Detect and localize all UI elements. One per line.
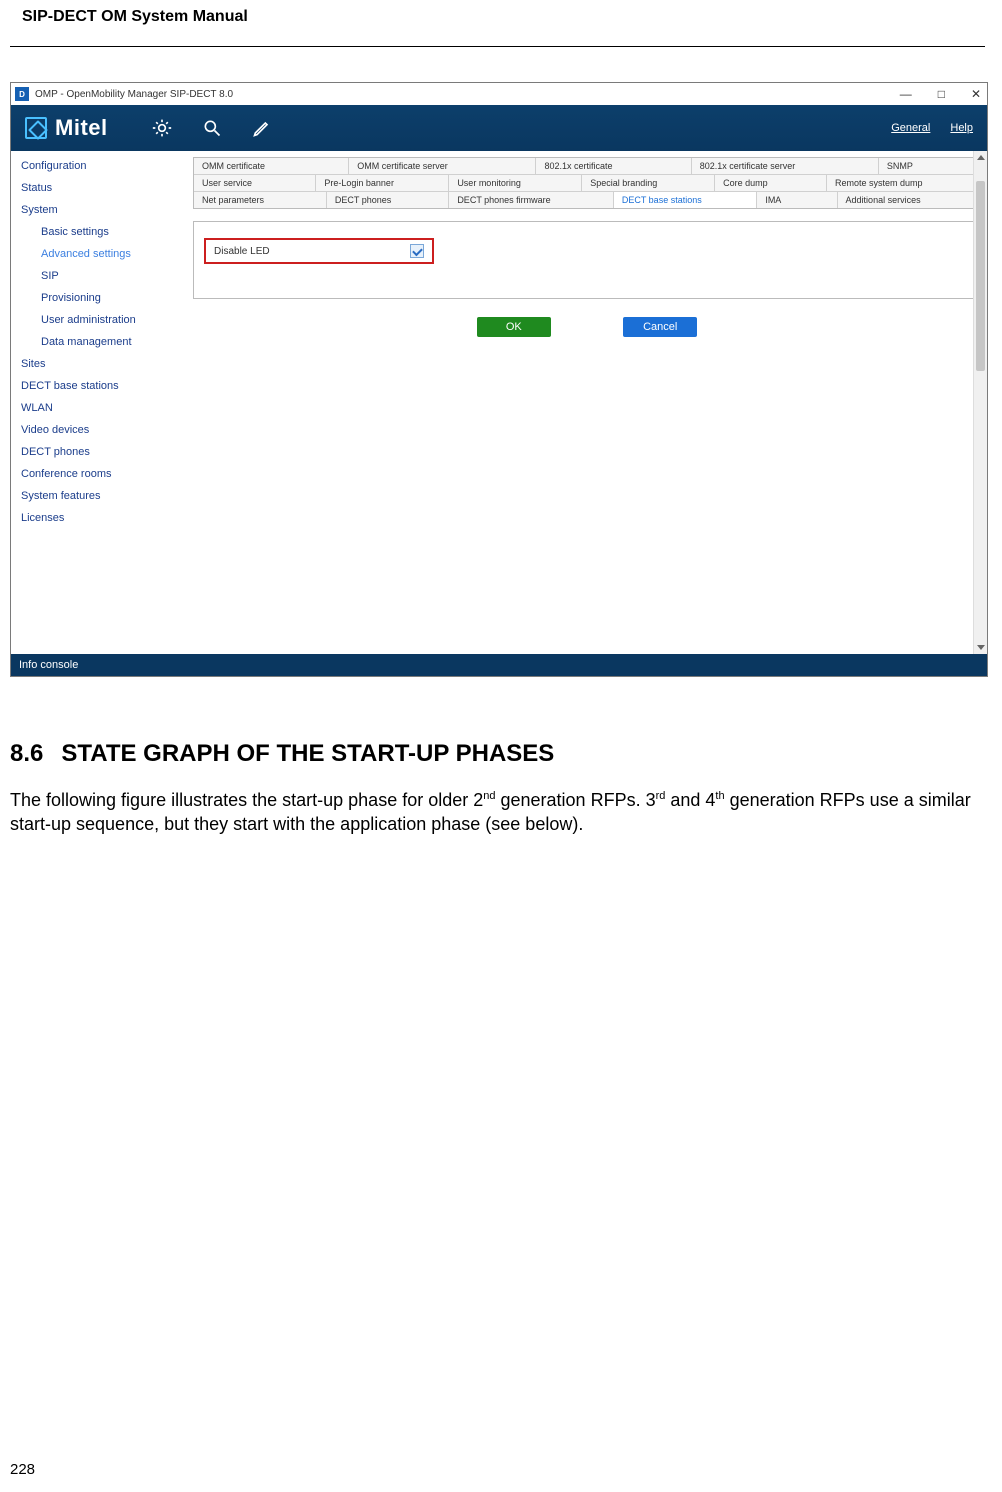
config-panel: Disable LED (193, 221, 981, 299)
tab-user-monitoring[interactable]: User monitoring (449, 175, 582, 191)
tab-ima[interactable]: IMA (757, 192, 837, 208)
button-row: OK Cancel (193, 317, 981, 337)
section-heading: 8.6 STATE GRAPH OF THE START-UP PHASES (10, 740, 554, 768)
tab-additional-services[interactable]: Additional services (838, 192, 980, 208)
disable-led-label: Disable LED (214, 246, 270, 257)
header-rule (10, 46, 985, 47)
tab-8021x-certificate[interactable]: 802.1x certificate (536, 158, 691, 174)
tab-pre-login-banner[interactable]: Pre-Login banner (316, 175, 449, 191)
tab-special-branding[interactable]: Special branding (582, 175, 715, 191)
sidebar-item-system-features[interactable]: System features (11, 485, 187, 507)
sidebar-item-wlan[interactable]: WLAN (11, 397, 187, 419)
sidebar-item-sites[interactable]: Sites (11, 353, 187, 375)
page-number: 228 (10, 1461, 35, 1478)
main-content: OMM certificate OMM certificate server 8… (187, 151, 987, 654)
logo-text: Mitel (55, 115, 108, 141)
cancel-button[interactable]: Cancel (623, 317, 697, 337)
pencil-icon[interactable] (252, 118, 272, 138)
sidebar-item-dect-base-stations[interactable]: DECT base stations (11, 375, 187, 397)
tabrow-3: Net parameters DECT phones DECT phones f… (194, 192, 980, 208)
info-console-label: Info console (19, 659, 78, 671)
scroll-down-icon[interactable] (977, 645, 985, 650)
workspace: Configuration Status System Basic settin… (11, 151, 987, 654)
disable-led-field: Disable LED (204, 238, 434, 264)
search-icon[interactable] (202, 118, 222, 138)
window-controls: — □ ✕ (900, 83, 981, 105)
maximize-icon[interactable]: □ (938, 87, 945, 101)
tab-omm-certificate[interactable]: OMM certificate (194, 158, 349, 174)
sidebar-item-data-management[interactable]: Data management (11, 331, 187, 353)
sidebar-item-user-administration[interactable]: User administration (11, 309, 187, 331)
scroll-thumb[interactable] (976, 181, 985, 371)
sidebar-item-dect-phones[interactable]: DECT phones (11, 441, 187, 463)
tabrow-1: OMM certificate OMM certificate server 8… (194, 158, 980, 175)
tab-core-dump[interactable]: Core dump (715, 175, 827, 191)
sidebar-item-licenses[interactable]: Licenses (11, 507, 187, 529)
tab-snmp[interactable]: SNMP (879, 158, 980, 174)
tab-dect-phones[interactable]: DECT phones (327, 192, 449, 208)
tab-net-parameters[interactable]: Net parameters (194, 192, 327, 208)
sidebar-item-configuration[interactable]: Configuration (11, 155, 187, 177)
section-number: 8.6 (10, 740, 43, 768)
tab-remote-system-dump[interactable]: Remote system dump (827, 175, 980, 191)
window-title: OMP - OpenMobility Manager SIP-DECT 8.0 (35, 89, 233, 100)
ok-button[interactable]: OK (477, 317, 551, 337)
disable-led-checkbox[interactable] (410, 244, 424, 258)
titlebar: D OMP - OpenMobility Manager SIP-DECT 8.… (11, 83, 987, 105)
tabrow-2: User service Pre-Login banner User monit… (194, 175, 980, 192)
info-console-bar[interactable]: Info console (11, 654, 987, 676)
body-paragraph: The following figure illustrates the sta… (10, 788, 985, 837)
sidebar-item-basic-settings[interactable]: Basic settings (11, 221, 187, 243)
logo: Mitel (25, 115, 108, 141)
scroll-up-icon[interactable] (977, 155, 985, 160)
minimize-icon[interactable]: — (900, 87, 912, 101)
sidebar: Configuration Status System Basic settin… (11, 151, 187, 654)
section-title: STATE GRAPH OF THE START-UP PHASES (61, 740, 554, 768)
banner-menu: General Help (891, 122, 973, 134)
page-header: SIP-DECT OM System Manual (22, 8, 248, 26)
logo-mark-icon (25, 117, 47, 139)
sidebar-item-video-devices[interactable]: Video devices (11, 419, 187, 441)
close-icon[interactable]: ✕ (971, 87, 981, 101)
tabs-container: OMM certificate OMM certificate server 8… (193, 157, 981, 209)
sidebar-item-system[interactable]: System (11, 199, 187, 221)
vertical-scrollbar[interactable] (973, 151, 987, 654)
menu-general[interactable]: General (891, 122, 930, 134)
sidebar-item-conference-rooms[interactable]: Conference rooms (11, 463, 187, 485)
app-window: D OMP - OpenMobility Manager SIP-DECT 8.… (10, 82, 988, 677)
sidebar-item-provisioning[interactable]: Provisioning (11, 287, 187, 309)
sidebar-item-sip[interactable]: SIP (11, 265, 187, 287)
gear-icon[interactable] (152, 118, 172, 138)
sidebar-item-advanced-settings[interactable]: Advanced settings (11, 243, 187, 265)
sidebar-item-status[interactable]: Status (11, 177, 187, 199)
app-icon: D (15, 87, 29, 101)
tab-dect-base-stations[interactable]: DECT base stations (614, 192, 757, 208)
menu-help[interactable]: Help (950, 122, 973, 134)
banner: Mitel General Help (11, 105, 987, 151)
banner-toolbar (152, 118, 272, 138)
tab-8021x-certificate-server[interactable]: 802.1x certificate server (692, 158, 879, 174)
tab-dect-phones-firmware[interactable]: DECT phones firmware (449, 192, 614, 208)
tab-omm-certificate-server[interactable]: OMM certificate server (349, 158, 536, 174)
tab-user-service[interactable]: User service (194, 175, 316, 191)
